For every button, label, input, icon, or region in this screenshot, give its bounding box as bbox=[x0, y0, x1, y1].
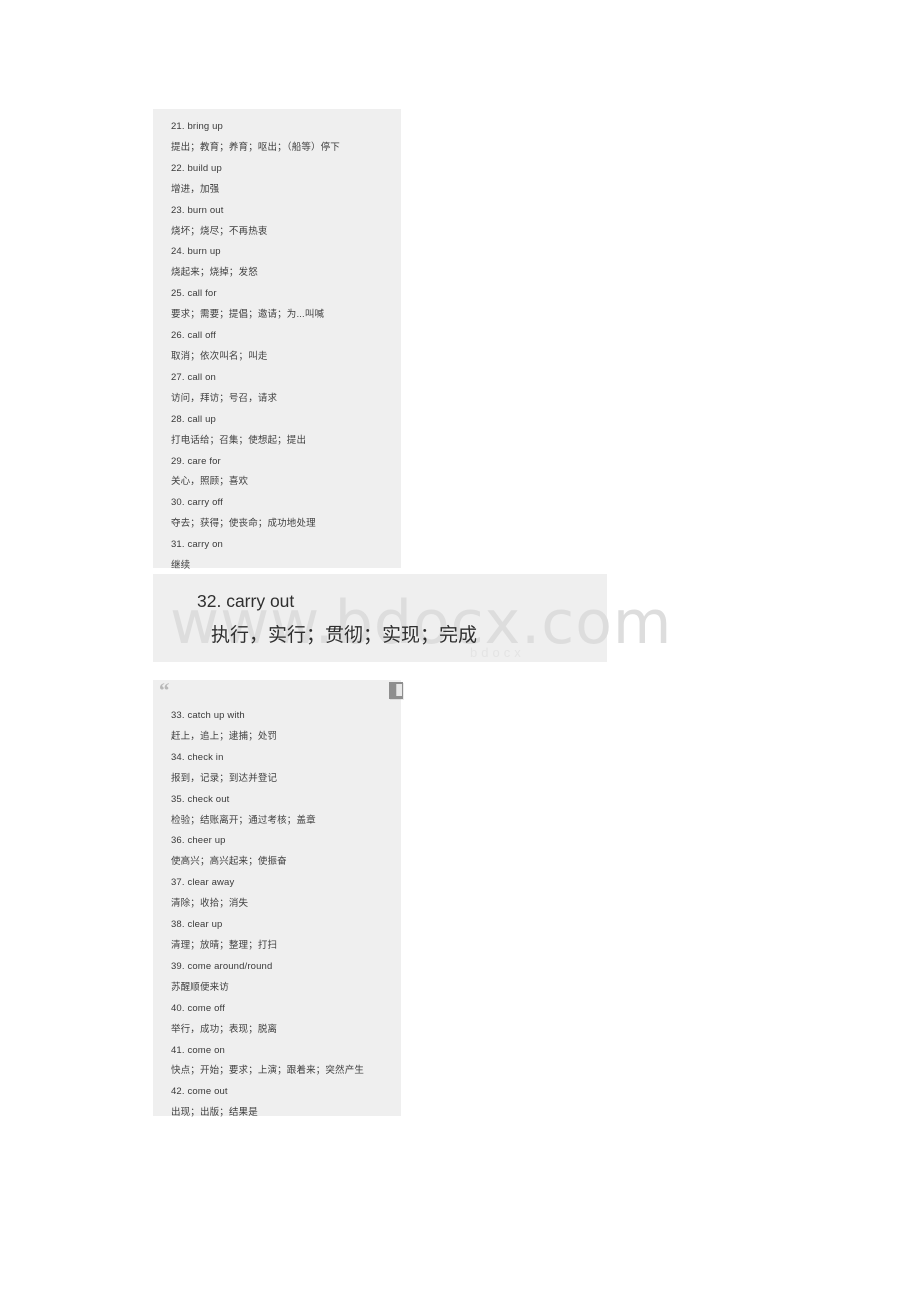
entry-definition: 访问，拜访；号召，请求 bbox=[171, 392, 278, 404]
list-item: 31. carry on 继续 bbox=[171, 535, 391, 577]
entry-definition: 出现；出版；结果是 bbox=[171, 1107, 258, 1119]
list-item: 39. come around/round 苏醒顺便来访 bbox=[171, 957, 391, 999]
highlighted-entry-definition: 执行，实行；贯彻；实现；完成 bbox=[211, 625, 478, 646]
list-item: 38. clear up 清理；放晴；整理；打扫 bbox=[171, 915, 391, 957]
entry-definition: 检验；结账离开；通过考核；盖章 bbox=[171, 814, 316, 826]
entry-term: 39. come around/round bbox=[171, 960, 273, 972]
list-item: 29. care for 关心，照顾；喜欢 bbox=[171, 452, 391, 494]
list-item: 42. come out 出现；出版；结果是 bbox=[171, 1082, 391, 1124]
entry-term: 29. care for bbox=[171, 455, 221, 467]
entry-definition: 取消；依次叫名；叫走 bbox=[171, 350, 268, 362]
entry-term: 41. come on bbox=[171, 1044, 225, 1056]
quote-mark-icon: “ bbox=[159, 678, 170, 702]
entry-term: 42. come out bbox=[171, 1086, 228, 1098]
list-item: 40. come off 举行，成功；表现；脱离 bbox=[171, 999, 391, 1041]
entry-definition: 使高兴；高兴起来；使振奋 bbox=[171, 856, 287, 868]
list-item: 35. check out 检验；结账离开；通过考核；盖章 bbox=[171, 790, 391, 832]
entry-definition: 清除；收拾；消失 bbox=[171, 898, 249, 910]
list-item: 23. burn out 烧坏；烧尽；不再热衷 bbox=[171, 201, 391, 243]
entry-term: 28. call up bbox=[171, 413, 216, 425]
list-item: 22. build up 增进，加强 bbox=[171, 159, 391, 201]
entry-term: 34. check in bbox=[171, 751, 224, 763]
entry-term: 22. build up bbox=[171, 162, 222, 174]
list-item: 24. burn up 烧起来；烧掉；发怒 bbox=[171, 242, 391, 284]
entry-term: 40. come off bbox=[171, 1002, 225, 1014]
corner-badge-icon bbox=[389, 682, 403, 699]
list-item: 26. call off 取消；依次叫名；叫走 bbox=[171, 326, 391, 368]
entry-term: 26. call off bbox=[171, 330, 216, 342]
entry-term: 25. call for bbox=[171, 288, 217, 300]
list-item: 27. call on 访问，拜访；号召，请求 bbox=[171, 368, 391, 410]
entry-term: 35. check out bbox=[171, 793, 230, 805]
entry-definition: 苏醒顺便来访 bbox=[171, 981, 229, 993]
list-item: 30. carry off 夺去；获得；使丧命；成功地处理 bbox=[171, 493, 391, 535]
list-item: 33. catch up with 赶上，追上；逮捕；处罚 bbox=[171, 706, 391, 748]
entry-definition: 增进，加强 bbox=[171, 183, 220, 195]
list-item: 25. call for 要求；需要；提倡；邀请；为...叫喊 bbox=[171, 284, 391, 326]
entry-definition: 清理；放晴；整理；打扫 bbox=[171, 939, 278, 951]
entry-definition: 打电话给；召集；使想起；提出 bbox=[171, 434, 307, 446]
highlighted-phrase-block: 32. carry out 执行，实行；贯彻；实现；完成 bbox=[153, 574, 607, 662]
entry-term: 21. bring up bbox=[171, 121, 223, 132]
entry-definition: 要求；需要；提倡；邀请；为...叫喊 bbox=[171, 309, 325, 321]
entry-definition: 报到，记录；到达并登记 bbox=[171, 772, 278, 784]
entry-term: 38. clear up bbox=[171, 919, 223, 931]
list-item: 37. clear away 清除；收拾；消失 bbox=[171, 873, 391, 915]
list-item: 36. cheer up 使高兴；高兴起来；使振奋 bbox=[171, 831, 391, 873]
list-item: 34. check in 报到，记录；到达并登记 bbox=[171, 748, 391, 790]
entry-term: 33. catch up with bbox=[171, 710, 245, 721]
entry-term: 27. call on bbox=[171, 371, 216, 383]
entry-term: 37. clear away bbox=[171, 877, 235, 889]
entry-definition: 快点；开始；要求；上演；跟着来；突然产生 bbox=[171, 1065, 365, 1077]
list-item: 41. come on 快点；开始；要求；上演；跟着来；突然产生 bbox=[171, 1041, 391, 1083]
document-page: 21. bring up 提出；教育；养育；呕出；（船等）停下 22. buil… bbox=[0, 0, 920, 1302]
phrase-list-block-three: “ 33. catch up with 赶上，追上；逮捕；处罚 34. chec… bbox=[153, 678, 403, 1118]
entry-definition: 赶上，追上；逮捕；处罚 bbox=[171, 730, 278, 742]
entry-term: 30. carry off bbox=[171, 497, 223, 509]
entry-definition: 烧起来；烧掉；发怒 bbox=[171, 267, 258, 279]
entry-definition: 关心，照顾；喜欢 bbox=[171, 476, 249, 488]
list-item: 21. bring up 提出；教育；养育；呕出；（船等）停下 bbox=[171, 117, 391, 159]
entry-definition: 提出；教育；养育；呕出；（船等）停下 bbox=[171, 141, 340, 153]
phrase-list-block-one: 21. bring up 提出；教育；养育；呕出；（船等）停下 22. buil… bbox=[153, 109, 401, 571]
entry-term: 24. burn up bbox=[171, 246, 221, 258]
entry-definition: 举行，成功；表现；脱离 bbox=[171, 1023, 278, 1035]
highlighted-entry-term: 32. carry out bbox=[197, 591, 295, 611]
entry-term: 36. cheer up bbox=[171, 835, 226, 847]
entry-term: 23. burn out bbox=[171, 204, 224, 216]
entry-definition: 烧坏；烧尽；不再热衷 bbox=[171, 225, 268, 237]
entry-term: 31. carry on bbox=[171, 539, 223, 551]
entry-definition: 夺去；获得；使丧命；成功地处理 bbox=[171, 518, 316, 530]
list-item: 28. call up 打电话给；召集；使想起；提出 bbox=[171, 410, 391, 452]
